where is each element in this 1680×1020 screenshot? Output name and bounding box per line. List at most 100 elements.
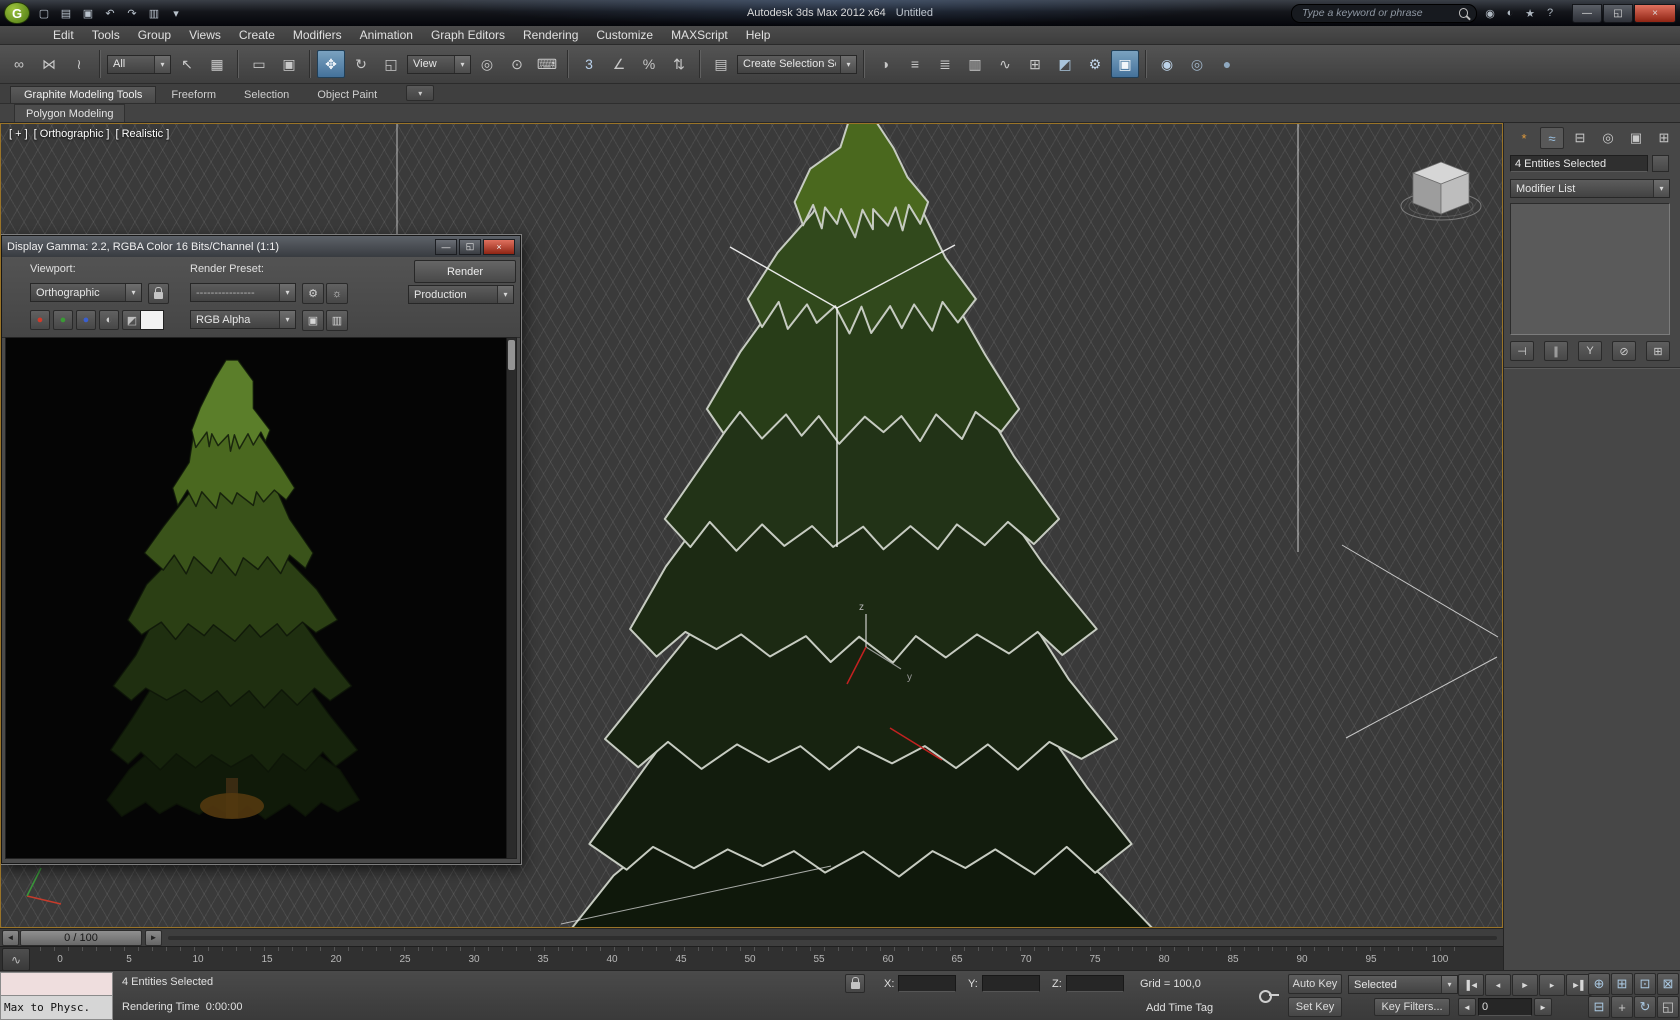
viewport-menu-general[interactable]: [ + ]	[9, 128, 28, 140]
material-editor-icon[interactable]: ◩	[1051, 50, 1079, 78]
zoom-region-icon[interactable]: ⊟	[1588, 996, 1610, 1018]
open-file-icon[interactable]: ▤	[56, 4, 76, 22]
maximize-viewport-toggle-icon[interactable]: ◱	[1657, 996, 1679, 1018]
layer-manager-icon[interactable]: ≣	[931, 50, 959, 78]
clone-rendered-frame-icon[interactable]: ▣	[302, 310, 324, 331]
chevron-down-icon[interactable]: ▾	[1441, 976, 1457, 993]
rfw-channel-dropdown[interactable]: RGB Alpha ▾	[190, 310, 296, 329]
chevron-down-icon[interactable]: ▾	[154, 56, 170, 73]
rendered-frame-window[interactable]: Display Gamma: 2.2, RGBA Color 16 Bits/C…	[1, 235, 521, 864]
hierarchy-tab-icon[interactable]: ⊟	[1568, 127, 1592, 149]
zoom-icon[interactable]: ⊕	[1588, 973, 1610, 995]
selection-sets-button[interactable]	[1652, 155, 1669, 172]
chevron-down-icon[interactable]: ▾	[454, 56, 470, 73]
schematic-view-icon[interactable]: ⊞	[1021, 50, 1049, 78]
display-tab-icon[interactable]: ▣	[1624, 127, 1648, 149]
rfw-viewport-dropdown[interactable]: Orthographic ▾	[30, 283, 142, 302]
next-key-button[interactable]: ►	[1534, 998, 1552, 1016]
time-slider-thumb[interactable]: 0 / 100	[20, 930, 142, 946]
pin-stack-icon[interactable]: ⊣	[1510, 341, 1534, 361]
rectangular-selection-region-icon[interactable]: ▭	[245, 50, 273, 78]
menu-customize[interactable]: Customize	[587, 27, 662, 43]
select-and-scale-icon[interactable]: ◱	[377, 50, 405, 78]
project-folder-icon[interactable]: ▥	[144, 4, 164, 22]
ribbon-toggle-icon[interactable]: ▥	[961, 50, 989, 78]
menu-group[interactable]: Group	[129, 27, 180, 43]
bind-to-space-warp-icon[interactable]: ≀	[65, 50, 93, 78]
viewport[interactable]: z y [ + ] [ Orthographic ] [ Realistic ]…	[0, 123, 1503, 928]
render-iterative-icon[interactable]: ◎	[1183, 50, 1211, 78]
render-production-icon[interactable]: ◉	[1153, 50, 1181, 78]
modifier-list-dropdown[interactable]: Modifier List ▾	[1510, 179, 1670, 198]
menu-tools[interactable]: Tools	[83, 27, 129, 43]
communication-center-icon[interactable]: ◐	[1501, 5, 1519, 21]
ribbon-tab-selection[interactable]: Selection	[231, 87, 302, 103]
rfw-minimize-button[interactable]: —	[435, 239, 457, 255]
previous-key-button[interactable]: ◄	[1458, 998, 1476, 1016]
viewport-menu-shading[interactable]: [ Realistic ]	[115, 128, 169, 140]
make-unique-icon[interactable]: Y	[1578, 341, 1602, 361]
help-icon[interactable]: ?	[1541, 5, 1559, 21]
save-file-icon[interactable]: ▣	[78, 4, 98, 22]
chevron-down-icon[interactable]: ▾	[840, 56, 856, 73]
menu-edit[interactable]: Edit	[44, 27, 83, 43]
green-channel-icon[interactable]: ●	[53, 310, 73, 330]
y-coordinate-input[interactable]	[982, 975, 1040, 992]
align-icon[interactable]: ≡	[901, 50, 929, 78]
alpha-channel-icon[interactable]: ◩	[122, 310, 142, 330]
chevron-down-icon[interactable]: ▾	[125, 284, 141, 301]
channel-display-icon[interactable]: ▥	[326, 310, 348, 331]
zoom-extents-all-icon[interactable]: ⊠	[1657, 973, 1679, 995]
ribbon-tab-graphite-modeling-tools[interactable]: Graphite Modeling Tools	[10, 86, 156, 103]
zoom-all-icon[interactable]: ⊞	[1611, 973, 1633, 995]
menu-create[interactable]: Create	[230, 27, 284, 43]
rfw-lock-viewport-icon[interactable]	[148, 283, 169, 304]
selection-lock-toggle-icon[interactable]	[845, 974, 865, 993]
play-button[interactable]: ►	[1512, 974, 1538, 996]
set-key-button[interactable]: Set Key	[1288, 997, 1342, 1017]
rfw-background-color-swatch[interactable]	[140, 310, 164, 330]
modifier-stack[interactable]	[1510, 203, 1670, 335]
selection-set-keys-dropdown[interactable]: Selected ▾	[1348, 975, 1458, 994]
previous-frame-button[interactable]: ◂	[1485, 974, 1511, 996]
tab-polygon-modeling[interactable]: Polygon Modeling	[14, 104, 125, 122]
menu-maxscript[interactable]: MAXScript	[662, 27, 737, 43]
select-and-move-icon[interactable]: ✥	[317, 50, 345, 78]
chevron-down-icon[interactable]: ▾	[279, 284, 295, 301]
undo-icon[interactable]: ↶	[100, 4, 120, 22]
x-coordinate-input[interactable]	[898, 975, 956, 992]
next-frame-button[interactable]: ▸	[1539, 974, 1565, 996]
ribbon-tab-freeform[interactable]: Freeform	[158, 87, 229, 103]
track-bar[interactable]: ∿ 05101520253035404550556065707580859095…	[0, 946, 1503, 970]
chevron-down-icon[interactable]: ▾	[497, 286, 513, 303]
use-pivot-point-center-icon[interactable]: ◎	[473, 50, 501, 78]
rfw-render-setup-icon[interactable]: ⚙	[302, 283, 324, 304]
minimize-button[interactable]: —	[1572, 4, 1602, 23]
red-channel-icon[interactable]: ●	[30, 310, 50, 330]
rfw-target-dropdown[interactable]: Production ▾	[408, 285, 514, 304]
spinner-snap-icon[interactable]: ⇅	[665, 50, 693, 78]
time-slider-prev-arrow[interactable]: ◄	[2, 930, 19, 946]
zoom-extents-icon[interactable]: ⊡	[1634, 973, 1656, 995]
maxscript-macro-recorder[interactable]	[0, 972, 113, 996]
rfw-preset-dropdown[interactable]: ---------------- ▾	[190, 283, 296, 302]
go-to-start-button[interactable]: ▐◄	[1458, 974, 1484, 996]
subscription-center-icon[interactable]: ◉	[1481, 5, 1499, 21]
application-menu-logo-icon[interactable]: G	[4, 2, 30, 24]
auto-key-button[interactable]: Auto Key	[1288, 974, 1342, 994]
rfw-maximize-button[interactable]: ◱	[459, 239, 481, 255]
percent-snap-icon[interactable]: %	[635, 50, 663, 78]
snaps-toggle-icon[interactable]: 3	[575, 50, 603, 78]
current-frame-input[interactable]	[1478, 998, 1532, 1016]
menu-modifiers[interactable]: Modifiers	[284, 27, 351, 43]
pan-icon[interactable]: +	[1611, 996, 1633, 1018]
new-scene-icon[interactable]: ▢	[34, 4, 54, 22]
search-icon[interactable]	[1459, 8, 1468, 18]
time-slider-next-arrow[interactable]: ►	[145, 930, 162, 946]
select-object-icon[interactable]: ↖	[173, 50, 201, 78]
blue-channel-icon[interactable]: ●	[76, 310, 96, 330]
remove-modifier-icon[interactable]: ⊘	[1612, 341, 1636, 361]
render-setup-icon[interactable]: ⚙	[1081, 50, 1109, 78]
search-box[interactable]	[1291, 4, 1477, 23]
qat-dropdown-icon[interactable]: ▾	[166, 4, 186, 22]
